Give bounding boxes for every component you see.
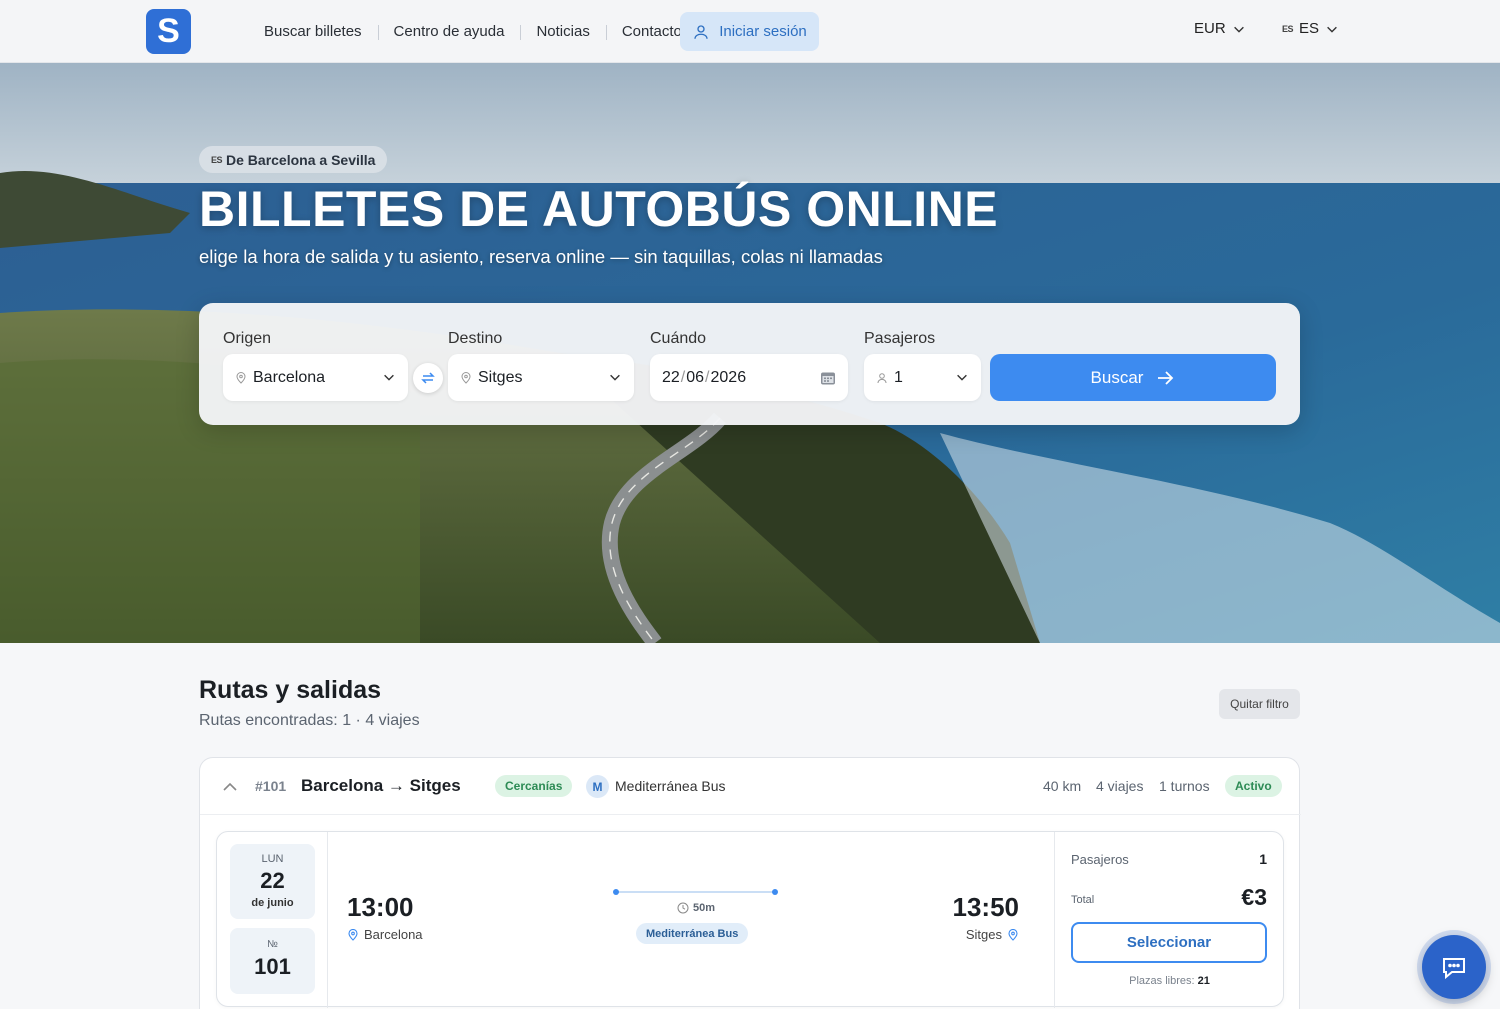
- chevron-down-icon: [384, 374, 394, 381]
- trip-weekday: LUN: [261, 853, 284, 865]
- hero-title: BILLETES DE AUTOBÚS ONLINE: [199, 181, 999, 237]
- date-month: 06: [686, 368, 705, 386]
- route-badge: ES De Barcelona a Sevilla: [199, 146, 388, 173]
- login-button[interactable]: Iniciar sesión: [680, 12, 819, 51]
- date-separator: /: [705, 368, 710, 386]
- passengers-label: Pasajeros: [864, 330, 936, 347]
- person-icon: [877, 372, 887, 383]
- routes-subtitle: Rutas encontradas: 1 · 4 viajes: [199, 712, 420, 729]
- top-header: S Buscar billetes Centro de ayuda Notici…: [0, 0, 1500, 63]
- chevron-up-icon[interactable]: [222, 779, 238, 795]
- trip-month: de junio: [251, 897, 294, 909]
- seats-available: Plazas libres: 21: [1055, 975, 1284, 987]
- operator-avatar: M: [586, 775, 609, 798]
- date-separator: /: [680, 368, 686, 386]
- chevron-down-icon: [957, 374, 967, 381]
- user-icon: [694, 24, 708, 39]
- arrival-city-label: Sitges: [965, 927, 1002, 942]
- hero-section: ES De Barcelona a Sevilla BILLETES DE AU…: [0, 63, 1500, 643]
- main-nav: Buscar billetes Centro de ayuda Noticias…: [248, 0, 698, 63]
- search-button-label: Buscar: [1090, 367, 1144, 387]
- trip-day: 22: [260, 868, 285, 893]
- location-pin-icon: [461, 371, 471, 384]
- trip-card: LUN 22 de junio № 101 13:00 Barcelona 50…: [216, 831, 1284, 1008]
- seats-value: 21: [1197, 975, 1210, 987]
- location-pin-icon: [348, 928, 358, 941]
- language-selector[interactable]: ES ES: [1282, 20, 1339, 37]
- departure-time: 13:00: [347, 892, 414, 922]
- chevron-down-icon: [610, 374, 620, 381]
- operator-name: Mediterránea Bus: [615, 778, 726, 794]
- status-badge: Activo: [1225, 775, 1282, 797]
- trip-passengers-value: 1: [1259, 851, 1267, 867]
- search-button[interactable]: Buscar: [990, 354, 1276, 401]
- origin-label: Origen: [223, 330, 272, 347]
- calendar-icon[interactable]: [820, 370, 836, 386]
- select-trip-button[interactable]: Seleccionar: [1071, 922, 1267, 963]
- route-card: #101 Barcelona → Sitges Cercanías M Medi…: [199, 757, 1301, 1009]
- date-input[interactable]: 22 / 06 / 2026: [650, 354, 848, 401]
- trip-operator-badge: Mediterránea Bus: [636, 923, 749, 944]
- origin-value: Barcelona: [253, 368, 326, 386]
- route-badge-label: De Barcelona a Sevilla: [226, 151, 376, 168]
- trip-date: LUN 22 de junio: [230, 844, 315, 919]
- passengers-value: 1: [894, 368, 903, 386]
- hero-subtitle: elige la hora de salida y tu asiento, re…: [199, 246, 883, 267]
- trip-number-box: № 101: [230, 928, 315, 994]
- trip-price-column: Pasajeros 1 Total €3 Seleccionar Plazas …: [1054, 832, 1283, 1008]
- login-label: Iniciar sesión: [719, 23, 807, 40]
- trip-number: 101: [254, 954, 291, 979]
- total-price: €3: [1241, 884, 1267, 910]
- route-number: #101: [255, 778, 287, 794]
- language-value: ES: [1299, 20, 1320, 37]
- passengers-select[interactable]: 1: [864, 354, 981, 401]
- route-name: Barcelona → Sitges: [301, 776, 461, 795]
- date-day: 22: [662, 368, 680, 386]
- destination-value: Sitges: [478, 368, 523, 386]
- trip-passengers-label: Pasajeros: [1071, 852, 1129, 867]
- nav-centro-ayuda[interactable]: Centro de ayuda: [377, 23, 521, 40]
- route-trips: 4 viajes: [1096, 778, 1144, 794]
- arrival-time: 13:50: [952, 892, 1020, 922]
- chat-icon: [1443, 958, 1465, 980]
- total-label: Total: [1071, 894, 1095, 906]
- currency-selector[interactable]: EUR: [1194, 20, 1246, 37]
- flag-icon: ES: [1282, 23, 1294, 34]
- arrow-right-icon: [1158, 370, 1174, 385]
- nav-noticias[interactable]: Noticias: [520, 23, 605, 40]
- route-shifts: 1 turnos: [1159, 778, 1210, 794]
- clock-icon: [677, 902, 689, 914]
- trip-date-column: LUN 22 de junio № 101: [217, 832, 328, 1008]
- departure-city-label: Barcelona: [364, 927, 423, 942]
- route-type-badge: Cercanías: [495, 775, 573, 797]
- location-pin-icon: [236, 371, 246, 384]
- clear-filter-button[interactable]: Quitar filtro: [1219, 689, 1300, 719]
- chevron-down-icon: [1327, 26, 1337, 33]
- trip-duration: 50m: [677, 902, 715, 914]
- swap-icon: [421, 372, 435, 384]
- date-label: Cuándo: [650, 330, 707, 347]
- trip-number-label: №: [267, 939, 278, 950]
- logo[interactable]: S: [146, 9, 191, 54]
- arrival-city: Sitges: [966, 927, 1019, 942]
- search-form: Origen Barcelona Destino Sitges Cuándo 2…: [199, 303, 1300, 425]
- chevron-down-icon: [1233, 26, 1244, 33]
- location-pin-icon: [1008, 928, 1018, 941]
- origin-select[interactable]: Barcelona: [223, 354, 408, 401]
- trip-duration-value: 50m: [693, 902, 716, 914]
- flag-icon: ES: [211, 154, 223, 165]
- departure-city: Barcelona: [347, 927, 423, 942]
- routes-title: Rutas y salidas: [199, 676, 382, 704]
- route-distance: 40 km: [1043, 778, 1082, 794]
- seats-label: Plazas libres:: [1129, 975, 1195, 987]
- destination-select[interactable]: Sitges: [448, 354, 634, 401]
- date-year: 2026: [710, 368, 747, 386]
- nav-buscar-billetes[interactable]: Buscar billetes: [248, 23, 378, 40]
- chat-button[interactable]: [1422, 935, 1486, 999]
- destination-label: Destino: [448, 330, 503, 347]
- swap-button[interactable]: [413, 363, 443, 393]
- route-header[interactable]: #101 Barcelona → Sitges Cercanías M Medi…: [200, 758, 1301, 815]
- route-line: [613, 889, 778, 895]
- currency-value: EUR: [1194, 20, 1226, 37]
